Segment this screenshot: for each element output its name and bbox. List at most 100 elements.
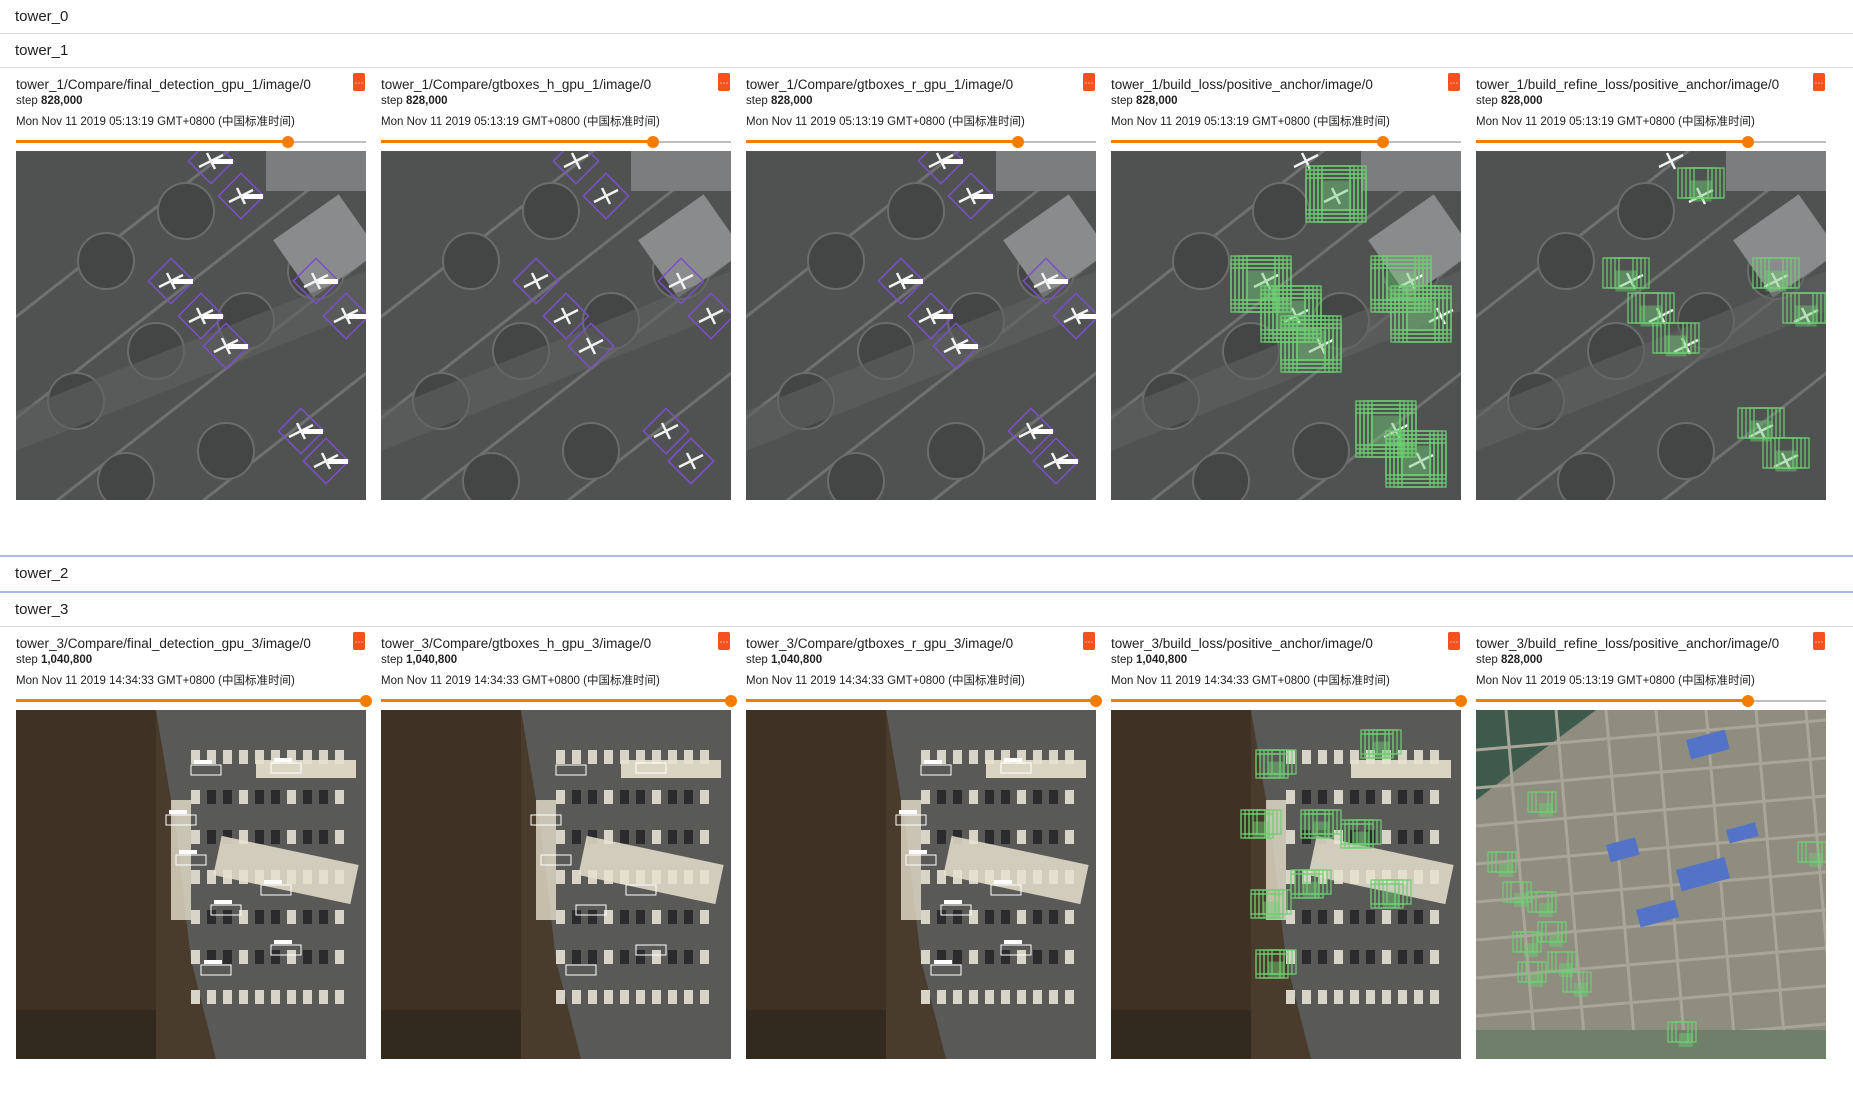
step-slider[interactable] bbox=[1476, 136, 1826, 148]
image-thumbnail[interactable] bbox=[746, 710, 1096, 1059]
slider-knob[interactable] bbox=[646, 136, 659, 148]
menu-icon[interactable]: ⋯ bbox=[718, 632, 730, 650]
card-step: step 1,040,800 bbox=[1111, 654, 1187, 666]
section-header-tower-1[interactable]: tower_1 bbox=[0, 34, 1853, 68]
menu-icon[interactable]: ⋯ bbox=[353, 632, 365, 650]
slider-knob[interactable] bbox=[1376, 136, 1389, 148]
image-thumbnail[interactable] bbox=[16, 710, 366, 1059]
step-value: 828,000 bbox=[1135, 95, 1178, 107]
image-thumbnail[interactable] bbox=[1476, 151, 1826, 500]
card-title: tower_1/Compare/final_detection_gpu_1/im… bbox=[16, 77, 311, 92]
step-label: step bbox=[1111, 654, 1133, 666]
card-timestamp: Mon Nov 11 2019 05:13:19 GMT+0800 (中国标准时… bbox=[381, 116, 660, 128]
thumbnail-graphic bbox=[1111, 710, 1461, 1059]
thumbnail-graphic bbox=[16, 151, 366, 500]
step-slider[interactable] bbox=[746, 136, 1096, 148]
card-step: step 828,000 bbox=[1476, 654, 1543, 666]
section-label: tower_3 bbox=[15, 601, 69, 618]
card-title: tower_3/Compare/gtboxes_h_gpu_3/image/0 bbox=[381, 636, 652, 651]
step-value: 828,000 bbox=[770, 95, 813, 107]
slider-fill bbox=[1476, 699, 1748, 702]
image-card: tower_3/Compare/gtboxes_h_gpu_3/image/0 … bbox=[380, 628, 737, 1059]
image-card: tower_3/Compare/final_detection_gpu_3/im… bbox=[15, 628, 372, 1059]
card-title: tower_3/Compare/gtboxes_r_gpu_3/image/0 bbox=[746, 636, 1014, 651]
card-timestamp: Mon Nov 11 2019 14:34:33 GMT+0800 (中国标准时… bbox=[1111, 675, 1390, 687]
thumbnail-graphic bbox=[746, 151, 1096, 500]
slider-knob[interactable] bbox=[1741, 695, 1754, 707]
slider-knob[interactable] bbox=[281, 136, 294, 148]
slider-knob[interactable] bbox=[1090, 695, 1102, 707]
thumbnail-graphic bbox=[16, 710, 366, 1059]
slider-fill bbox=[1111, 699, 1461, 702]
section-label: tower_0 bbox=[15, 8, 69, 25]
step-value: 828,000 bbox=[1500, 95, 1543, 107]
thumbnail-graphic bbox=[1476, 710, 1826, 1059]
step-slider[interactable] bbox=[1111, 695, 1467, 707]
card-step: step 828,000 bbox=[1111, 95, 1178, 107]
card-title: tower_3/Compare/final_detection_gpu_3/im… bbox=[16, 636, 311, 651]
card-timestamp: Mon Nov 11 2019 05:13:19 GMT+0800 (中国标准时… bbox=[1476, 675, 1755, 687]
step-value: 828,000 bbox=[40, 95, 83, 107]
card-title: tower_1/build_refine_loss/positive_ancho… bbox=[1476, 77, 1780, 92]
section-header-tower-2[interactable]: tower_2 bbox=[0, 555, 1853, 593]
menu-icon[interactable]: ⋯ bbox=[1813, 73, 1825, 91]
card-title: tower_1/Compare/gtboxes_h_gpu_1/image/0 bbox=[381, 77, 652, 92]
slider-knob[interactable] bbox=[1741, 136, 1754, 148]
step-label: step bbox=[1476, 95, 1498, 107]
step-label: step bbox=[381, 654, 403, 666]
slider-fill bbox=[746, 699, 1096, 702]
card-timestamp: Mon Nov 11 2019 14:34:33 GMT+0800 (中国标准时… bbox=[381, 675, 660, 687]
image-thumbnail[interactable] bbox=[381, 710, 731, 1059]
card-timestamp: Mon Nov 11 2019 05:13:19 GMT+0800 (中国标准时… bbox=[16, 116, 295, 128]
thumbnail-graphic bbox=[1111, 151, 1461, 500]
card-timestamp: Mon Nov 11 2019 05:13:19 GMT+0800 (中国标准时… bbox=[1476, 116, 1755, 128]
step-slider[interactable] bbox=[16, 136, 366, 148]
image-thumbnail[interactable] bbox=[16, 151, 366, 500]
menu-icon[interactable]: ⋯ bbox=[1448, 632, 1460, 650]
card-step: step 1,040,800 bbox=[746, 654, 822, 666]
section-label: tower_1 bbox=[15, 42, 69, 59]
image-card: tower_1/Compare/final_detection_gpu_1/im… bbox=[15, 69, 367, 500]
menu-icon[interactable]: ⋯ bbox=[353, 73, 365, 91]
menu-icon[interactable]: ⋯ bbox=[1083, 73, 1095, 91]
thumbnail-graphic bbox=[381, 151, 731, 500]
step-label: step bbox=[381, 95, 403, 107]
image-card: tower_1/Compare/gtboxes_r_gpu_1/image/0 … bbox=[745, 69, 1097, 500]
slider-fill bbox=[16, 140, 288, 143]
section-body-tower-1: tower_1/Compare/final_detection_gpu_1/im… bbox=[0, 69, 1853, 556]
image-thumbnail[interactable] bbox=[381, 151, 731, 500]
section-header-tower-3[interactable]: tower_3 bbox=[0, 593, 1853, 627]
image-thumbnail[interactable] bbox=[1111, 151, 1461, 500]
step-slider[interactable] bbox=[381, 695, 737, 707]
slider-fill bbox=[746, 140, 1018, 143]
step-slider[interactable] bbox=[746, 695, 1102, 707]
card-step: step 1,040,800 bbox=[16, 654, 92, 666]
card-title: tower_3/build_refine_loss/positive_ancho… bbox=[1476, 636, 1780, 651]
menu-icon[interactable]: ⋯ bbox=[1083, 632, 1095, 650]
slider-knob[interactable] bbox=[725, 695, 737, 707]
step-slider[interactable] bbox=[16, 695, 372, 707]
image-thumbnail[interactable] bbox=[1111, 710, 1461, 1059]
section-label: tower_2 bbox=[15, 565, 69, 582]
step-slider[interactable] bbox=[1111, 136, 1461, 148]
image-card: tower_3/build_refine_loss/positive_ancho… bbox=[1475, 628, 1827, 1059]
menu-icon[interactable]: ⋯ bbox=[1448, 73, 1460, 91]
card-title: tower_3/build_loss/positive_anchor/image… bbox=[1111, 636, 1373, 651]
image-thumbnail[interactable] bbox=[746, 151, 1096, 500]
step-label: step bbox=[1476, 654, 1498, 666]
menu-icon[interactable]: ⋯ bbox=[1813, 632, 1825, 650]
image-card: tower_3/Compare/gtboxes_r_gpu_3/image/0 … bbox=[745, 628, 1102, 1059]
slider-knob[interactable] bbox=[1011, 136, 1024, 148]
step-label: step bbox=[16, 95, 38, 107]
image-card: tower_1/build_refine_loss/positive_ancho… bbox=[1475, 69, 1827, 500]
thumbnail-graphic bbox=[381, 710, 731, 1059]
slider-knob[interactable] bbox=[360, 695, 372, 707]
slider-knob[interactable] bbox=[1455, 695, 1467, 707]
step-slider[interactable] bbox=[1476, 695, 1826, 707]
section-header-tower-0[interactable]: tower_0 bbox=[0, 0, 1853, 34]
image-thumbnail[interactable] bbox=[1476, 710, 1826, 1059]
card-timestamp: Mon Nov 11 2019 05:13:19 GMT+0800 (中国标准时… bbox=[746, 116, 1025, 128]
card-step: step 1,040,800 bbox=[381, 654, 457, 666]
step-slider[interactable] bbox=[381, 136, 731, 148]
menu-icon[interactable]: ⋯ bbox=[718, 73, 730, 91]
